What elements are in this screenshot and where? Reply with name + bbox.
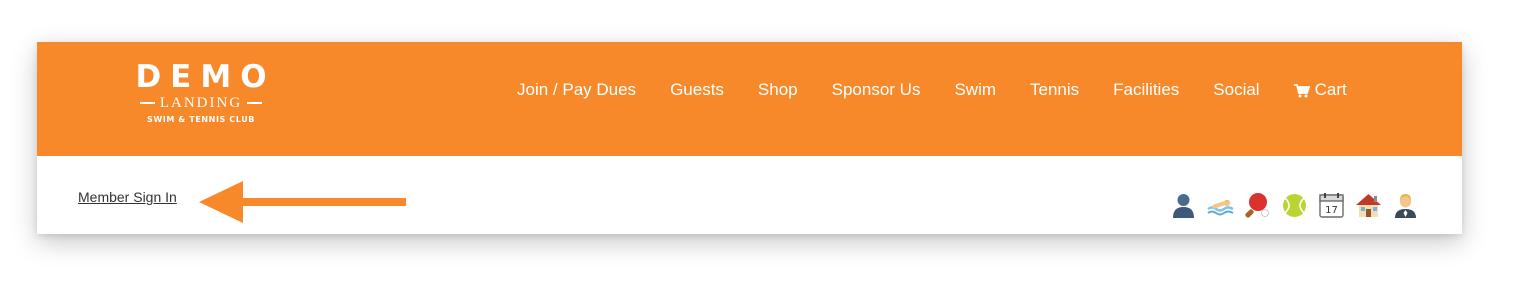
swimmer-icon[interactable] — [1207, 192, 1234, 219]
nav-cart[interactable]: Cart — [1293, 76, 1347, 104]
logo-tagline: SWIM & TENNIS CLUB — [147, 115, 255, 124]
quick-icons: 17 — [1170, 192, 1419, 219]
cart-label: Cart — [1314, 80, 1347, 99]
calendar-day: 17 — [1325, 205, 1338, 216]
left-arrow-icon — [199, 181, 406, 223]
main-nav: Join / Pay Dues Guests Shop Sponsor Us S… — [517, 76, 1347, 104]
site-header: DEMO LANDING SWIM & TENNIS CLUB Join / P… — [37, 42, 1462, 156]
calendar-icon[interactable]: 17 — [1318, 192, 1345, 219]
logo-dash-left — [139, 102, 155, 104]
club-logo[interactable]: DEMO LANDING SWIM & TENNIS CLUB — [117, 61, 285, 133]
cart-icon — [1293, 84, 1310, 98]
nav-swim[interactable]: Swim — [954, 76, 996, 104]
tennis-ball-icon[interactable] — [1281, 192, 1308, 219]
nav-tennis[interactable]: Tennis — [1030, 76, 1079, 104]
ping-pong-icon[interactable] — [1244, 192, 1271, 219]
nav-join-pay-dues[interactable]: Join / Pay Dues — [517, 76, 636, 104]
logo-sub: LANDING — [117, 94, 285, 112]
nav-facilities[interactable]: Facilities — [1113, 76, 1179, 104]
nav-sponsor-us[interactable]: Sponsor Us — [832, 76, 921, 104]
nav-shop[interactable]: Shop — [758, 76, 798, 104]
logo-dash-right — [247, 102, 263, 104]
site-card: DEMO LANDING SWIM & TENNIS CLUB Join / P… — [37, 42, 1462, 234]
nav-social[interactable]: Social — [1213, 76, 1259, 104]
staff-icon[interactable] — [1392, 192, 1419, 219]
nav-guests[interactable]: Guests — [670, 76, 724, 104]
logo-word: DEMO — [135, 59, 276, 95]
member-sign-in-link[interactable]: Member Sign In — [78, 189, 177, 205]
logo-sub-text: LANDING — [159, 95, 243, 111]
clubhouse-icon[interactable] — [1355, 192, 1382, 219]
member-icon[interactable] — [1170, 192, 1197, 219]
